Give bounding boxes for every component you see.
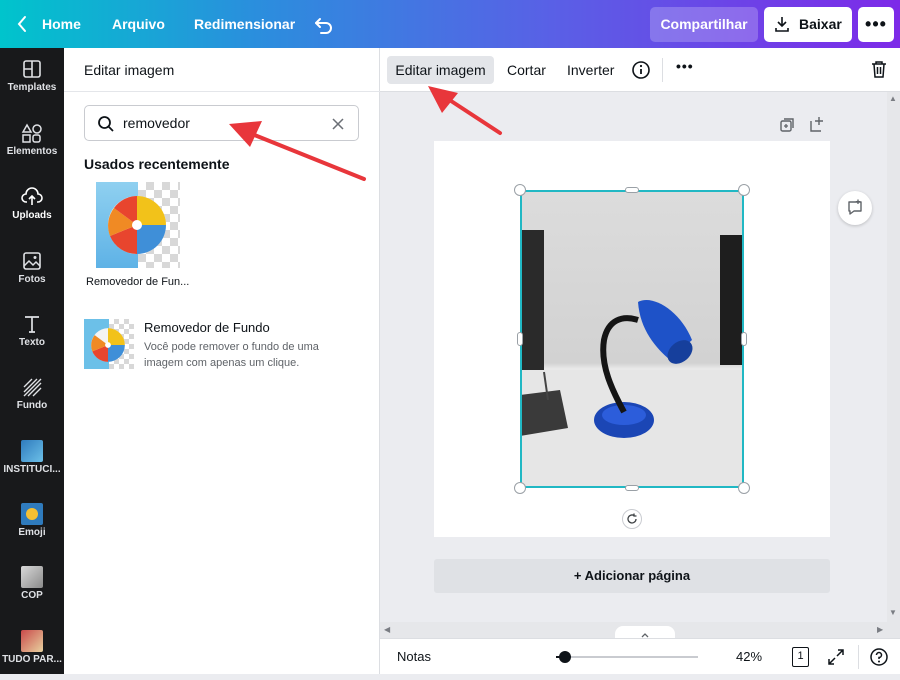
- horizontal-scrollbar[interactable]: ◀ ▶: [380, 622, 900, 640]
- crop-button[interactable]: Cortar: [507, 56, 546, 84]
- clear-search-icon[interactable]: [331, 117, 345, 131]
- image-edit-toolbar: Editar imagem Cortar Inverter •••: [380, 48, 900, 92]
- left-sidebar: Templates Elementos Uploads Fotos Texto …: [0, 48, 64, 674]
- photos-icon: [23, 252, 41, 270]
- rotate-handle[interactable]: [622, 509, 642, 529]
- download-label: Baixar: [799, 16, 842, 32]
- page-count-button[interactable]: 1: [792, 647, 809, 667]
- text-icon: [25, 316, 39, 333]
- download-icon: [775, 17, 789, 32]
- scroll-right-icon[interactable]: ▶: [877, 625, 883, 634]
- search-box[interactable]: [84, 105, 359, 141]
- edit-image-panel: Editar imagem Usados recentemente Remove…: [64, 48, 380, 674]
- share-button[interactable]: Compartilhar: [650, 7, 758, 42]
- resize-handle-top[interactable]: [625, 187, 639, 193]
- sidebar-item-background[interactable]: Fundo: [0, 366, 64, 426]
- app-thumbnail-icon: [21, 566, 43, 588]
- resize-menu[interactable]: Redimensionar: [194, 0, 295, 48]
- resize-handle-right[interactable]: [741, 332, 747, 346]
- recent-item-thumbnail[interactable]: [96, 182, 180, 268]
- app-thumbnail: [84, 319, 134, 369]
- duplicate-page-icon[interactable]: [779, 117, 795, 133]
- app-thumbnail-icon: [21, 440, 43, 462]
- scroll-up-icon[interactable]: ▲: [889, 94, 897, 103]
- sidebar-item-emoji[interactable]: Emoji: [0, 493, 64, 553]
- undo-icon[interactable]: [314, 0, 334, 48]
- app-description: Você pode remover o fundo de uma imagem …: [144, 341, 319, 369]
- more-options-button[interactable]: •••: [858, 7, 894, 42]
- sidebar-item-app-institucional[interactable]: INSTITUCI...: [0, 430, 64, 490]
- more-dots-icon: •••: [865, 14, 887, 34]
- recent-item-label: Removedor de Fun...: [86, 276, 190, 288]
- design-page[interactable]: [434, 141, 830, 537]
- emoji-icon: [21, 503, 43, 525]
- templates-icon: [23, 60, 41, 78]
- beach-ball-icon: [91, 328, 125, 362]
- trash-icon[interactable]: [871, 60, 887, 78]
- rotate-icon: [627, 513, 637, 524]
- help-icon[interactable]: [870, 648, 888, 666]
- app-thumbnail-icon: [21, 630, 43, 652]
- bottom-divider: [858, 645, 859, 669]
- sidebar-item-uploads[interactable]: Uploads: [0, 176, 64, 236]
- back-chevron-icon[interactable]: [16, 0, 28, 48]
- resize-handle-top-right[interactable]: [738, 184, 750, 196]
- app-result-removedor[interactable]: Removedor de Fundo Você pode remover o f…: [84, 319, 364, 375]
- add-page-icon[interactable]: [809, 116, 827, 134]
- zoom-slider-thumb[interactable]: [559, 651, 571, 663]
- bottom-bar: Notas 42% 1: [380, 638, 900, 674]
- sidebar-item-templates[interactable]: Templates: [0, 48, 64, 108]
- add-comment-button[interactable]: [838, 191, 872, 225]
- elements-icon: [21, 123, 42, 143]
- vertical-scrollbar[interactable]: ▲ ▼: [887, 92, 900, 622]
- scroll-left-icon[interactable]: ◀: [384, 625, 390, 634]
- sidebar-item-text[interactable]: Texto: [0, 303, 64, 363]
- download-button[interactable]: Baixar: [764, 7, 852, 42]
- zoom-slider-track[interactable]: [556, 651, 698, 663]
- app-title: Removedor de Fundo: [144, 320, 270, 335]
- edit-image-button[interactable]: Editar imagem: [387, 56, 494, 84]
- sidebar-item-photos[interactable]: Fotos: [0, 240, 64, 300]
- design-canvas-area: + Adicionar página ▲ ▼: [380, 92, 900, 622]
- search-input[interactable]: [123, 113, 313, 133]
- resize-handle-bottom-right[interactable]: [738, 482, 750, 494]
- zoom-level[interactable]: 42%: [736, 649, 762, 664]
- sidebar-item-app-tudo[interactable]: TUDO PAR...: [0, 620, 64, 680]
- scroll-down-icon[interactable]: ▼: [889, 608, 897, 617]
- resize-handle-bottom[interactable]: [625, 485, 639, 491]
- background-icon: [23, 378, 42, 397]
- home-link[interactable]: Home: [42, 0, 81, 48]
- selection-frame[interactable]: [520, 190, 744, 488]
- search-icon: [98, 116, 114, 132]
- more-options-icon[interactable]: •••: [676, 58, 694, 74]
- sidebar-item-elements[interactable]: Elementos: [0, 112, 64, 172]
- add-page-button[interactable]: + Adicionar página: [434, 559, 830, 593]
- comment-icon: [848, 199, 862, 215]
- fullscreen-icon[interactable]: [827, 648, 845, 666]
- sidebar-item-app-cop[interactable]: COP: [0, 556, 64, 616]
- file-menu[interactable]: Arquivo: [112, 0, 165, 48]
- info-icon[interactable]: [632, 61, 650, 79]
- resize-handle-bottom-left[interactable]: [514, 482, 526, 494]
- recent-heading: Usados recentemente: [84, 156, 230, 172]
- resize-handle-top-left[interactable]: [514, 184, 526, 196]
- notes-button[interactable]: Notas: [397, 649, 431, 664]
- panel-divider: [64, 91, 380, 92]
- beach-ball-icon: [108, 196, 166, 255]
- panel-title: Editar imagem: [84, 62, 175, 78]
- top-bar: Home Arquivo Redimensionar Compartilhar …: [0, 0, 900, 48]
- uploads-icon: [21, 187, 43, 205]
- flip-button[interactable]: Inverter: [567, 56, 614, 84]
- resize-handle-left[interactable]: [517, 332, 523, 346]
- toolbar-divider: [662, 58, 663, 82]
